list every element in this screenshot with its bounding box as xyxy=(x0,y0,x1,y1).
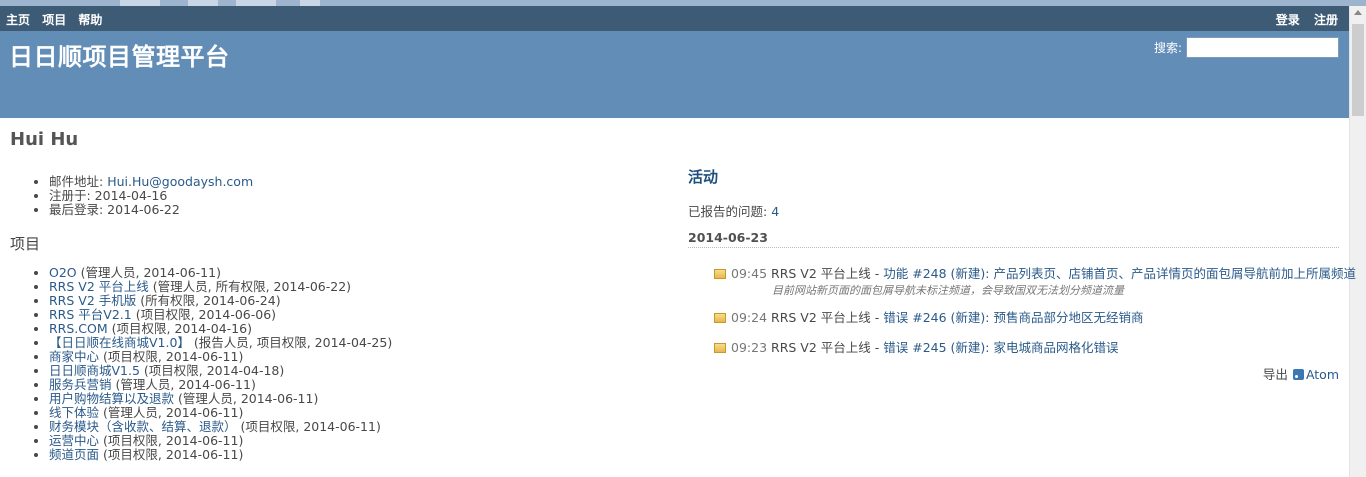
issue-icon xyxy=(714,313,726,323)
list-item: 服务兵营销 (管理人员, 2014-06-11) xyxy=(49,378,392,392)
activity-sep: - xyxy=(870,340,884,355)
project-info: (项目权限, 2014-06-06) xyxy=(131,307,277,322)
activity-description: 目前网站新页面的面包屑导航未标注频道，会导致国双无法划分频道流量 xyxy=(772,284,1124,297)
project-link[interactable]: 频道页面 xyxy=(49,447,99,462)
activity-project: RRS V2 平台上线 xyxy=(771,266,871,281)
top-menu: 主页 项目 帮助 登录 注册 xyxy=(0,6,1349,31)
project-link[interactable]: O2O xyxy=(49,265,77,280)
activity-date: 2014-06-23 xyxy=(688,230,1339,248)
activity-sep: - xyxy=(870,266,884,281)
menu-projects[interactable]: 项目 xyxy=(42,13,66,27)
project-link[interactable]: RRS V2 平台上线 xyxy=(49,279,149,294)
menu-login[interactable]: 登录 xyxy=(1276,13,1300,27)
project-info: (报告人员, 项目权限, 2014-04-25) xyxy=(189,335,393,350)
list-item: RRS 平台V2.1 (项目权限, 2014-06-06) xyxy=(49,308,392,322)
scrollbar-thumb[interactable] xyxy=(1352,24,1364,116)
email-link[interactable]: Hui.Hu@goodaysh.com xyxy=(107,174,253,189)
list-item: RRS.COM (项目权限, 2014-04-16) xyxy=(49,322,392,336)
issue-icon xyxy=(714,269,726,279)
list-item: RRS V2 平台上线 (管理人员, 所有权限, 2014-06-22) xyxy=(49,280,392,294)
project-link[interactable]: 商家中心 xyxy=(49,349,99,364)
project-info: (项目权限, 2014-04-18) xyxy=(139,363,285,378)
activity-project: RRS V2 平台上线 xyxy=(771,310,871,325)
reported-label: 已报告的问题: xyxy=(688,204,768,219)
project-link[interactable]: RRS 平台V2.1 xyxy=(49,307,132,322)
project-info: (项目权限, 2014-06-11) xyxy=(99,447,244,462)
project-info: (管理人员, 2014-06-11) xyxy=(174,391,319,406)
activity-sep: - xyxy=(870,310,884,325)
project-link[interactable]: 日日顺商城V1.5 xyxy=(49,363,140,378)
project-info: (项目权限, 2014-06-11) xyxy=(236,419,381,434)
scroll-up-arrow-icon[interactable] xyxy=(1354,10,1362,15)
rss-feed-icon[interactable] xyxy=(1292,369,1304,380)
list-item: 日日顺商城V1.5 (项目权限, 2014-04-18) xyxy=(49,364,392,378)
reported-count-link[interactable]: 4 xyxy=(771,204,779,219)
list-item: 线下体验 (管理人员, 2014-06-11) xyxy=(49,406,392,420)
list-item: 财务模块（含收款、结算、退款） (项目权限, 2014-06-11) xyxy=(49,420,392,434)
project-info: (项目权限, 2014-04-16) xyxy=(107,321,252,336)
list-item: RRS V2 手机版 (所有权限, 2014-06-24) xyxy=(49,294,392,308)
menu-help[interactable]: 帮助 xyxy=(78,13,102,27)
activity-project: RRS V2 平台上线 xyxy=(771,340,871,355)
search-label: 搜索: xyxy=(1153,41,1182,55)
project-info: (管理人员, 2014-06-11) xyxy=(99,405,244,420)
user-email-item: 邮件地址: Hui.Hu@goodaysh.com xyxy=(49,175,253,189)
export-bar: 导出 Atom xyxy=(1263,364,1339,383)
registered-item: 注册于: 2014-04-16 xyxy=(49,189,253,203)
project-link[interactable]: 线下体验 xyxy=(49,405,99,420)
project-info: (管理人员, 2014-06-11) xyxy=(111,377,256,392)
project-link[interactable]: 【日日顺在线商城V1.0】 xyxy=(49,335,190,350)
project-link[interactable]: RRS.COM xyxy=(49,321,108,336)
email-label: 邮件地址: xyxy=(49,174,104,189)
activity-link[interactable]: 功能 #248 (新建): 产品列表页、店铺首页、产品详情页的面包屑导航前加上所… xyxy=(883,266,1356,281)
menu-home[interactable]: 主页 xyxy=(6,13,30,27)
projects-title: 项目 xyxy=(10,235,41,253)
list-item: 商家中心 (项目权限, 2014-06-11) xyxy=(49,350,392,364)
export-label: 导出 xyxy=(1262,367,1288,382)
activity-item: 09:23 RRS V2 平台上线 - 错误 #245 (新建): 家电城商品网… xyxy=(714,337,1344,356)
project-info: (管理人员, 2014-06-11) xyxy=(76,265,221,280)
header: 日日顺项目管理平台 搜索: xyxy=(0,31,1349,118)
menu-register[interactable]: 注册 xyxy=(1314,13,1338,27)
activity-time: 09:24 xyxy=(731,310,768,325)
site-title: 日日顺项目管理平台 xyxy=(9,43,230,71)
project-link[interactable]: 服务兵营销 xyxy=(49,377,112,392)
project-link[interactable]: 运营中心 xyxy=(49,433,99,448)
reported-issues: 已报告的问题: 4 xyxy=(688,201,779,220)
project-link[interactable]: 财务模块（含收款、结算、退款） xyxy=(49,419,237,434)
search-input[interactable] xyxy=(1186,37,1339,58)
activity-time: 09:23 xyxy=(731,340,768,355)
activity-time: 09:45 xyxy=(731,266,768,281)
user-info-list: 邮件地址: Hui.Hu@goodaysh.com 注册于: 2014-04-1… xyxy=(32,175,253,217)
user-name: Hui Hu xyxy=(10,129,79,150)
project-link[interactable]: RRS V2 手机版 xyxy=(49,293,136,308)
list-item: O2O (管理人员, 2014-06-11) xyxy=(49,266,392,280)
vertical-scrollbar[interactable] xyxy=(1349,6,1366,477)
project-info: (项目权限, 2014-06-11) xyxy=(99,433,244,448)
top-menu-left: 主页 项目 帮助 xyxy=(6,11,110,28)
project-info: (项目权限, 2014-06-11) xyxy=(99,349,244,364)
activity-item: 09:45 RRS V2 平台上线 - 功能 #248 (新建): 产品列表页、… xyxy=(714,263,1356,298)
activity-title: 活动 xyxy=(688,168,719,186)
list-item: 用户购物结算以及退款 (管理人员, 2014-06-11) xyxy=(49,392,392,406)
issue-icon xyxy=(714,343,726,353)
project-info: (管理人员, 所有权限, 2014-06-22) xyxy=(148,279,352,294)
activity-link[interactable]: 错误 #245 (新建): 家电城商品网格化错误 xyxy=(883,340,1118,355)
activity-item: 09:24 RRS V2 平台上线 - 错误 #246 (新建): 预售商品部分… xyxy=(714,307,1344,326)
project-link[interactable]: 用户购物结算以及退款 xyxy=(49,391,174,406)
top-menu-right: 登录 注册 xyxy=(1266,11,1338,28)
activity-link[interactable]: 错误 #246 (新建): 预售商品部分地区无经销商 xyxy=(883,310,1143,325)
atom-link[interactable]: Atom xyxy=(1306,367,1339,382)
list-item: 频道页面 (项目权限, 2014-06-11) xyxy=(49,448,392,462)
last-login-item: 最后登录: 2014-06-22 xyxy=(49,203,253,217)
search-box: 搜索: xyxy=(1154,37,1339,58)
list-item: 运营中心 (项目权限, 2014-06-11) xyxy=(49,434,392,448)
list-item: 【日日顺在线商城V1.0】 (报告人员, 项目权限, 2014-04-25) xyxy=(49,336,392,350)
project-list: O2O (管理人员, 2014-06-11) RRS V2 平台上线 (管理人员… xyxy=(32,266,392,462)
project-info: (所有权限, 2014-06-24) xyxy=(136,293,281,308)
